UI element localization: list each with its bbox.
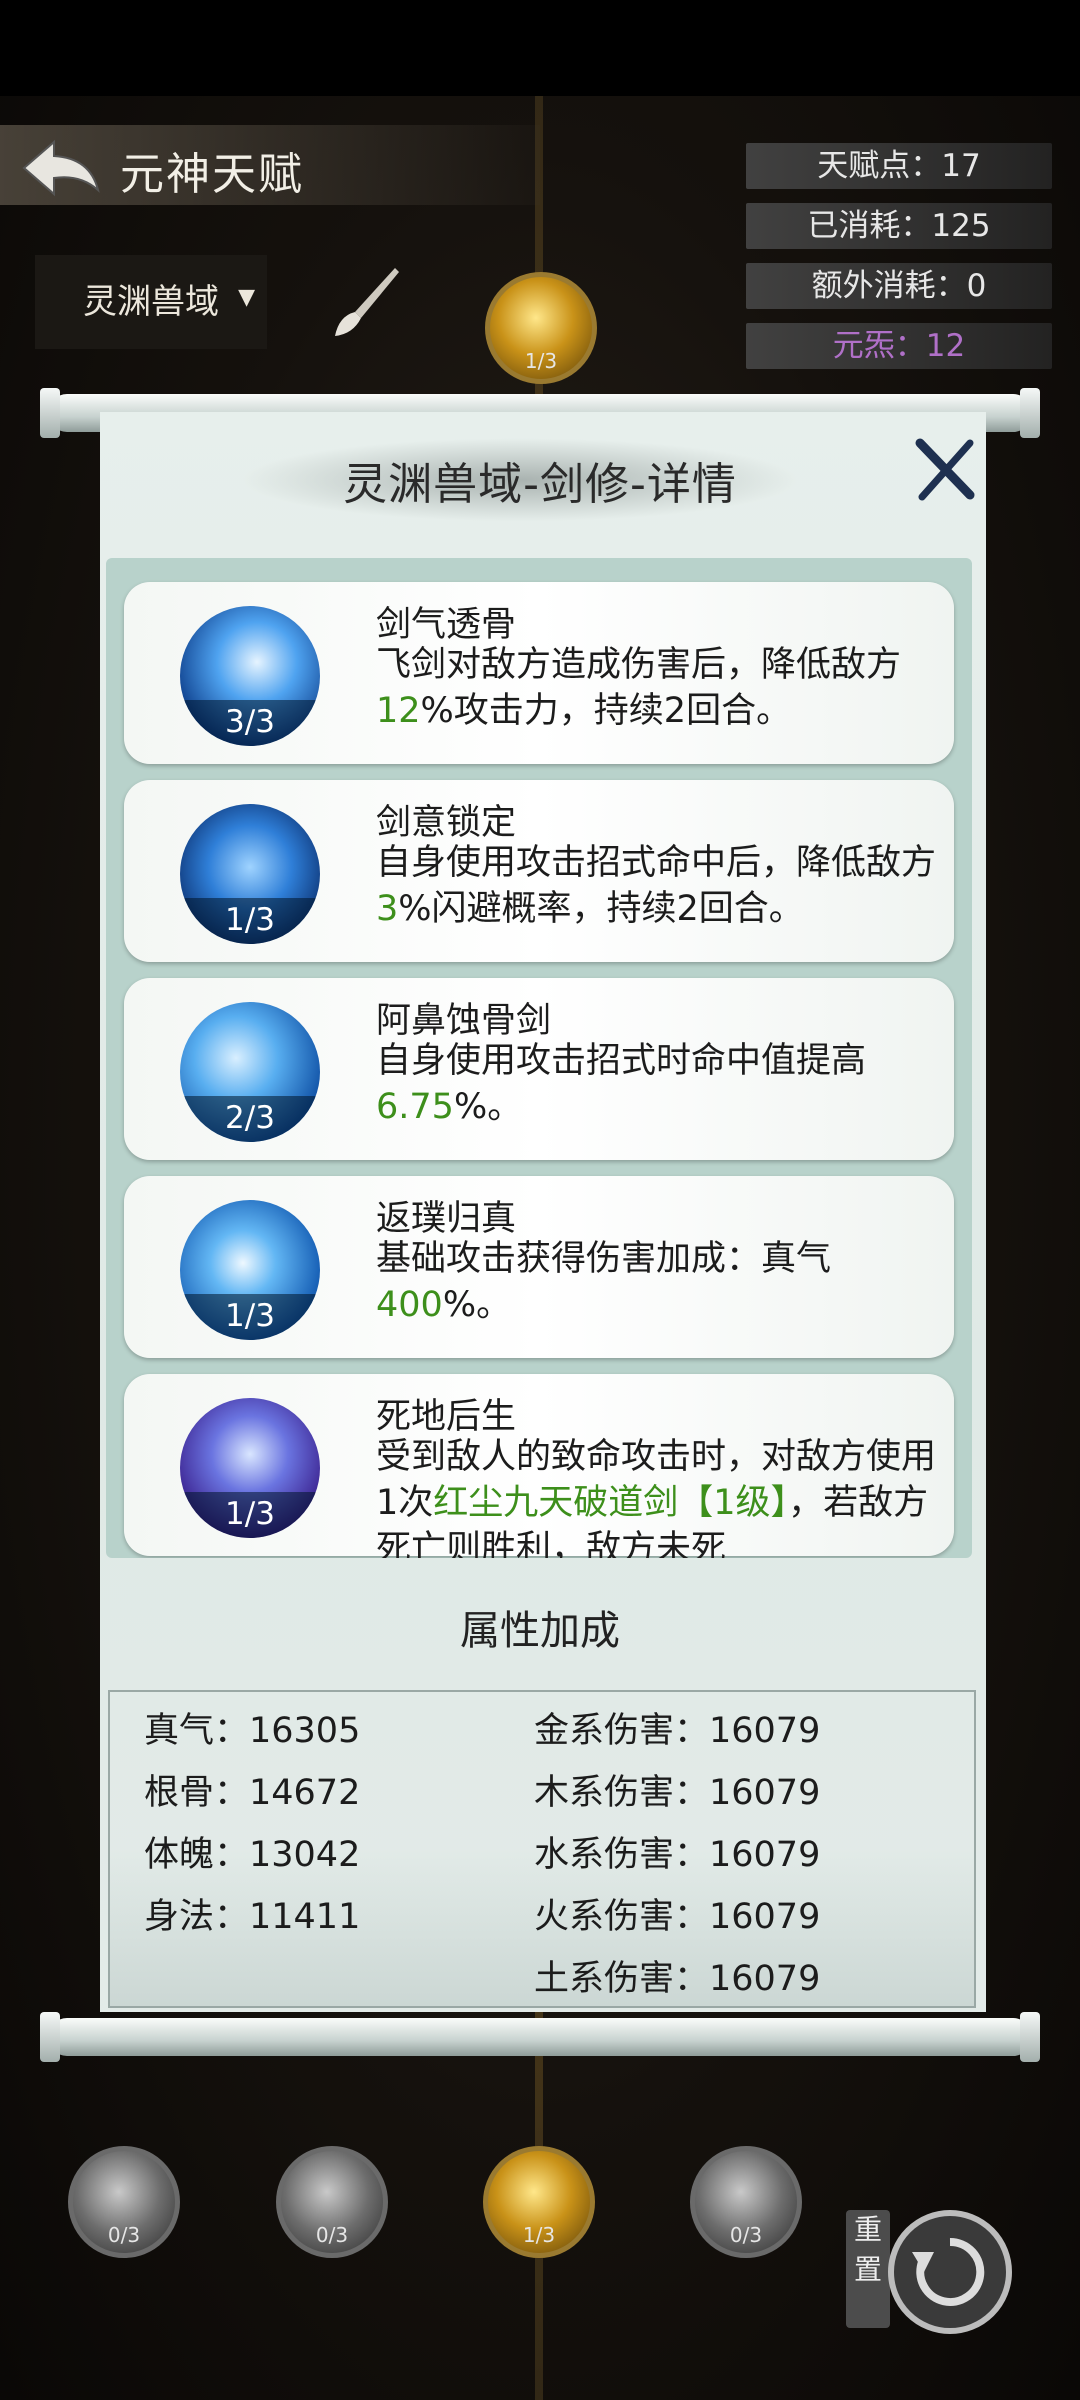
consumed-stat: 已消耗：125: [746, 203, 1052, 249]
attr-zhenqi: 真气：16305: [144, 1711, 361, 1751]
close-icon[interactable]: [912, 437, 978, 503]
skill-name: 剑气透骨: [376, 605, 517, 645]
reset-label: 重置: [846, 2210, 890, 2328]
extra-consumed-stat: 额外消耗：0: [746, 263, 1052, 309]
skill-name: 阿鼻蚀骨剑: [376, 1001, 552, 1041]
skill-description: 自身使用攻击招式时命中值提高6.75%。: [376, 1041, 867, 1127]
reset-button[interactable]: [888, 2210, 1012, 2334]
skill-card[interactable]: 3/3 剑气透骨 飞剑对敌方造成伤害后，降低敌方12%攻击力，持续2回合。: [124, 582, 954, 764]
attribute-bonus-panel: 真气：16305 根骨：14672 体魄：13042 身法：11411 金系伤害…: [108, 1690, 976, 2008]
back-arrow-icon[interactable]: [18, 134, 102, 198]
skill-name: 返璞归真: [376, 1199, 517, 1239]
skill-card[interactable]: 1/3 死地后生 受到敌人的致命攻击时，对敌方使用1次红尘九天破道剑【1级】，若…: [124, 1374, 954, 1558]
top-talent-node[interactable]: 1/3: [485, 272, 597, 384]
skill-level: 1/3: [180, 1492, 320, 1538]
attr-wood-damage: 木系伤害：16079: [534, 1773, 821, 1813]
node-level: 0/3: [729, 2223, 763, 2247]
region-dropdown[interactable]: 灵渊兽域 ▼: [35, 255, 267, 349]
brush-icon[interactable]: [325, 262, 405, 342]
talent-points-stat: 天赋点：17: [746, 143, 1052, 189]
attr-gengu: 根骨：14672: [144, 1773, 361, 1813]
attr-earth-damage: 土系伤害：16079: [534, 1959, 821, 1999]
chevron-down-icon: ▼: [238, 285, 255, 310]
region-label: 灵渊兽域: [83, 282, 219, 322]
talent-node[interactable]: 0/3: [690, 2146, 802, 2258]
attr-water-damage: 水系伤害：16079: [534, 1835, 821, 1875]
node-level: 0/3: [315, 2223, 349, 2247]
skill-name: 死地后生: [376, 1397, 517, 1437]
skill-level: 1/3: [180, 1294, 320, 1340]
node-level: 0/3: [107, 2223, 141, 2247]
skill-level: 2/3: [180, 1096, 320, 1142]
attr-tipo: 体魄：13042: [144, 1835, 361, 1875]
skill-card[interactable]: 1/3 剑意锁定 自身使用攻击招式命中后，降低敌方3%闪避概率，持续2回合。: [124, 780, 954, 962]
yuanqi-stat: 元炁：12: [746, 323, 1052, 369]
skill-card[interactable]: 2/3 阿鼻蚀骨剑 自身使用攻击招式时命中值提高6.75%。: [124, 978, 954, 1160]
refresh-icon: [912, 2237, 985, 2306]
sword-qi-skill-icon: 3/3: [180, 606, 320, 746]
skill-level: 1/3: [180, 898, 320, 944]
status-bar: [0, 0, 1080, 96]
talent-node[interactable]: 0/3: [68, 2146, 180, 2258]
rebirth-skill-icon: 1/3: [180, 1398, 320, 1538]
skill-level: 3/3: [180, 700, 320, 746]
scroll-rod-bottom: [40, 2012, 1040, 2062]
talent-node[interactable]: 0/3: [276, 2146, 388, 2258]
node-level: 1/3: [522, 2223, 556, 2247]
skill-name: 剑意锁定: [376, 803, 517, 843]
page-title: 元神天赋: [120, 149, 304, 200]
skill-card[interactable]: 1/3 返璞归真 基础攻击获得伤害加成：真气400%。: [124, 1176, 954, 1358]
attr-metal-damage: 金系伤害：16079: [534, 1711, 821, 1751]
talent-node[interactable]: 1/3: [483, 2146, 595, 2258]
bone-sword-skill-icon: 2/3: [180, 1002, 320, 1142]
sword-lock-skill-icon: 1/3: [180, 804, 320, 944]
return-simplicity-skill-icon: 1/3: [180, 1200, 320, 1340]
node-level: 1/3: [524, 349, 558, 373]
skills-list[interactable]: 3/3 剑气透骨 飞剑对敌方造成伤害后，降低敌方12%攻击力，持续2回合。 1/…: [106, 558, 972, 1558]
attr-fire-damage: 火系伤害：16079: [534, 1897, 821, 1937]
attr-shenfa: 身法：11411: [144, 1897, 361, 1937]
skill-description: 基础攻击获得伤害加成：真气400%。: [376, 1239, 832, 1325]
attribute-bonus-title: 属性加成: [460, 1608, 620, 1654]
stats-panel: 天赋点：17 已消耗：125 额外消耗：0 元炁：12: [746, 143, 1052, 383]
skill-description: 受到敌人的致命攻击时，对敌方使用1次红尘九天破道剑【1级】，若敌方死亡则胜利，敌…: [376, 1437, 937, 1558]
skill-description: 飞剑对敌方造成伤害后，降低敌方12%攻击力，持续2回合。: [376, 645, 902, 731]
skill-description: 自身使用攻击招式命中后，降低敌方3%闪避概率，持续2回合。: [376, 843, 937, 929]
